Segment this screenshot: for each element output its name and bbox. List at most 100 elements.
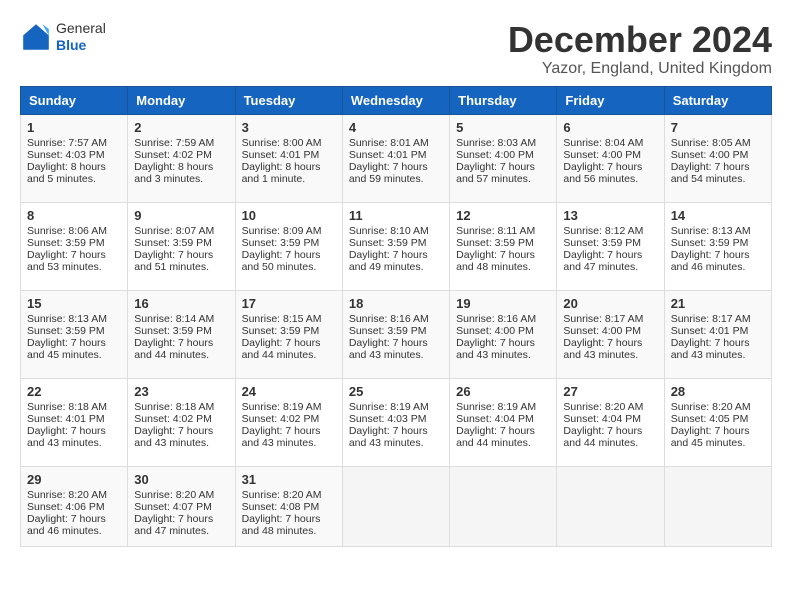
- calendar-cell: 18Sunrise: 8:16 AMSunset: 3:59 PMDayligh…: [342, 290, 449, 378]
- cell-line: Sunrise: 8:13 AM: [671, 225, 765, 237]
- cell-line: and 47 minutes.: [563, 261, 657, 273]
- calendar-cell: 26Sunrise: 8:19 AMSunset: 4:04 PMDayligh…: [450, 378, 557, 466]
- cell-line: Daylight: 7 hours: [242, 249, 336, 261]
- day-number: 19: [456, 296, 550, 311]
- cell-line: Sunset: 3:59 PM: [563, 237, 657, 249]
- cell-line: Daylight: 7 hours: [27, 249, 121, 261]
- calendar-cell: [557, 466, 664, 546]
- calendar-cell: 24Sunrise: 8:19 AMSunset: 4:02 PMDayligh…: [235, 378, 342, 466]
- cell-line: Sunset: 3:59 PM: [134, 325, 228, 337]
- calendar-cell: 20Sunrise: 8:17 AMSunset: 4:00 PMDayligh…: [557, 290, 664, 378]
- weekday-header-row: SundayMondayTuesdayWednesdayThursdayFrid…: [21, 86, 772, 114]
- cell-line: and 54 minutes.: [671, 173, 765, 185]
- day-number: 5: [456, 120, 550, 135]
- cell-line: Sunset: 4:03 PM: [27, 149, 121, 161]
- cell-line: and 46 minutes.: [671, 261, 765, 273]
- cell-line: and 48 minutes.: [456, 261, 550, 273]
- cell-line: Sunset: 4:02 PM: [134, 413, 228, 425]
- cell-line: Daylight: 7 hours: [134, 249, 228, 261]
- calendar-cell: [450, 466, 557, 546]
- cell-line: Daylight: 7 hours: [134, 337, 228, 349]
- cell-line: Sunset: 3:59 PM: [242, 325, 336, 337]
- calendar-cell: 10Sunrise: 8:09 AMSunset: 3:59 PMDayligh…: [235, 202, 342, 290]
- cell-line: Sunrise: 8:14 AM: [134, 313, 228, 325]
- calendar-cell: 30Sunrise: 8:20 AMSunset: 4:07 PMDayligh…: [128, 466, 235, 546]
- calendar-cell: 22Sunrise: 8:18 AMSunset: 4:01 PMDayligh…: [21, 378, 128, 466]
- cell-line: Daylight: 8 hours: [242, 161, 336, 173]
- calendar-cell: 15Sunrise: 8:13 AMSunset: 3:59 PMDayligh…: [21, 290, 128, 378]
- calendar-cell: 9Sunrise: 8:07 AMSunset: 3:59 PMDaylight…: [128, 202, 235, 290]
- weekday-header-saturday: Saturday: [664, 86, 771, 114]
- cell-line: Sunset: 4:00 PM: [671, 149, 765, 161]
- day-number: 20: [563, 296, 657, 311]
- cell-line: Daylight: 7 hours: [671, 161, 765, 173]
- cell-line: Sunrise: 8:01 AM: [349, 137, 443, 149]
- cell-line: Daylight: 7 hours: [456, 161, 550, 173]
- cell-line: and 43 minutes.: [349, 437, 443, 449]
- day-number: 12: [456, 208, 550, 223]
- cell-line: Sunrise: 7:57 AM: [27, 137, 121, 149]
- cell-line: Sunrise: 8:17 AM: [671, 313, 765, 325]
- calendar-table: SundayMondayTuesdayWednesdayThursdayFrid…: [20, 86, 772, 547]
- cell-line: Sunrise: 8:07 AM: [134, 225, 228, 237]
- day-number: 13: [563, 208, 657, 223]
- cell-line: Sunset: 4:03 PM: [349, 413, 443, 425]
- weekday-header-tuesday: Tuesday: [235, 86, 342, 114]
- day-number: 25: [349, 384, 443, 399]
- cell-line: Sunset: 3:59 PM: [671, 237, 765, 249]
- calendar-cell: 16Sunrise: 8:14 AMSunset: 3:59 PMDayligh…: [128, 290, 235, 378]
- cell-line: and 56 minutes.: [563, 173, 657, 185]
- day-number: 28: [671, 384, 765, 399]
- cell-line: Daylight: 7 hours: [349, 249, 443, 261]
- cell-line: Daylight: 7 hours: [242, 513, 336, 525]
- day-number: 6: [563, 120, 657, 135]
- cell-line: and 44 minutes.: [456, 437, 550, 449]
- cell-line: Sunset: 4:01 PM: [27, 413, 121, 425]
- day-number: 1: [27, 120, 121, 135]
- cell-line: Sunset: 3:59 PM: [134, 237, 228, 249]
- calendar-cell: 5Sunrise: 8:03 AMSunset: 4:00 PMDaylight…: [450, 114, 557, 202]
- cell-line: and 45 minutes.: [671, 437, 765, 449]
- calendar-cell: 25Sunrise: 8:19 AMSunset: 4:03 PMDayligh…: [342, 378, 449, 466]
- day-number: 2: [134, 120, 228, 135]
- weekday-header-monday: Monday: [128, 86, 235, 114]
- cell-line: Sunset: 4:01 PM: [242, 149, 336, 161]
- cell-line: and 51 minutes.: [134, 261, 228, 273]
- cell-line: Sunset: 3:59 PM: [349, 237, 443, 249]
- cell-line: and 50 minutes.: [242, 261, 336, 273]
- cell-line: Sunrise: 8:18 AM: [134, 401, 228, 413]
- cell-line: Sunset: 4:07 PM: [134, 501, 228, 513]
- cell-line: and 44 minutes.: [563, 437, 657, 449]
- cell-line: Sunrise: 8:03 AM: [456, 137, 550, 149]
- calendar-cell: 19 Sunrise: 8:16 AMSunset: 4:00 PMDayligh…: [450, 290, 557, 378]
- day-number: 15: [27, 296, 121, 311]
- cell-line: and 49 minutes.: [349, 261, 443, 273]
- weekday-header-thursday: Thursday: [450, 86, 557, 114]
- calendar-cell: 28Sunrise: 8:20 AMSunset: 4:05 PMDayligh…: [664, 378, 771, 466]
- calendar-cell: [342, 466, 449, 546]
- title-section: December 2024 Yazor, England, United Kin…: [508, 20, 772, 78]
- cell-line: Daylight: 7 hours: [671, 337, 765, 349]
- cell-line: and 43 minutes.: [456, 349, 550, 361]
- calendar-cell: 3Sunrise: 8:00 AMSunset: 4:01 PMDaylight…: [235, 114, 342, 202]
- cell-line: Daylight: 7 hours: [456, 337, 550, 349]
- cell-line: Sunrise: 8:06 AM: [27, 225, 121, 237]
- cell-line: Sunrise: 8:19 AM: [242, 401, 336, 413]
- calendar-cell: [664, 466, 771, 546]
- cell-line: Daylight: 7 hours: [242, 337, 336, 349]
- cell-line: Daylight: 7 hours: [27, 337, 121, 349]
- cell-line: Sunrise: 8:19 AM: [349, 401, 443, 413]
- cell-line: Daylight: 7 hours: [349, 337, 443, 349]
- cell-line: Sunrise: 8:16 AM: [456, 313, 550, 325]
- cell-line: Sunrise: 8:19 AM: [456, 401, 550, 413]
- cell-line: Sunrise: 8:13 AM: [27, 313, 121, 325]
- cell-line: Sunrise: 8:20 AM: [242, 489, 336, 501]
- calendar-cell: 13Sunrise: 8:12 AMSunset: 3:59 PMDayligh…: [557, 202, 664, 290]
- cell-line: and 3 minutes.: [134, 173, 228, 185]
- cell-line: Sunset: 4:01 PM: [671, 325, 765, 337]
- cell-line: Sunset: 4:02 PM: [134, 149, 228, 161]
- calendar-cell: 31Sunrise: 8:20 AMSunset: 4:08 PMDayligh…: [235, 466, 342, 546]
- cell-line: Sunset: 4:00 PM: [456, 325, 550, 337]
- location-text: Yazor, England, United Kingdom: [508, 60, 772, 78]
- day-number: 18: [349, 296, 443, 311]
